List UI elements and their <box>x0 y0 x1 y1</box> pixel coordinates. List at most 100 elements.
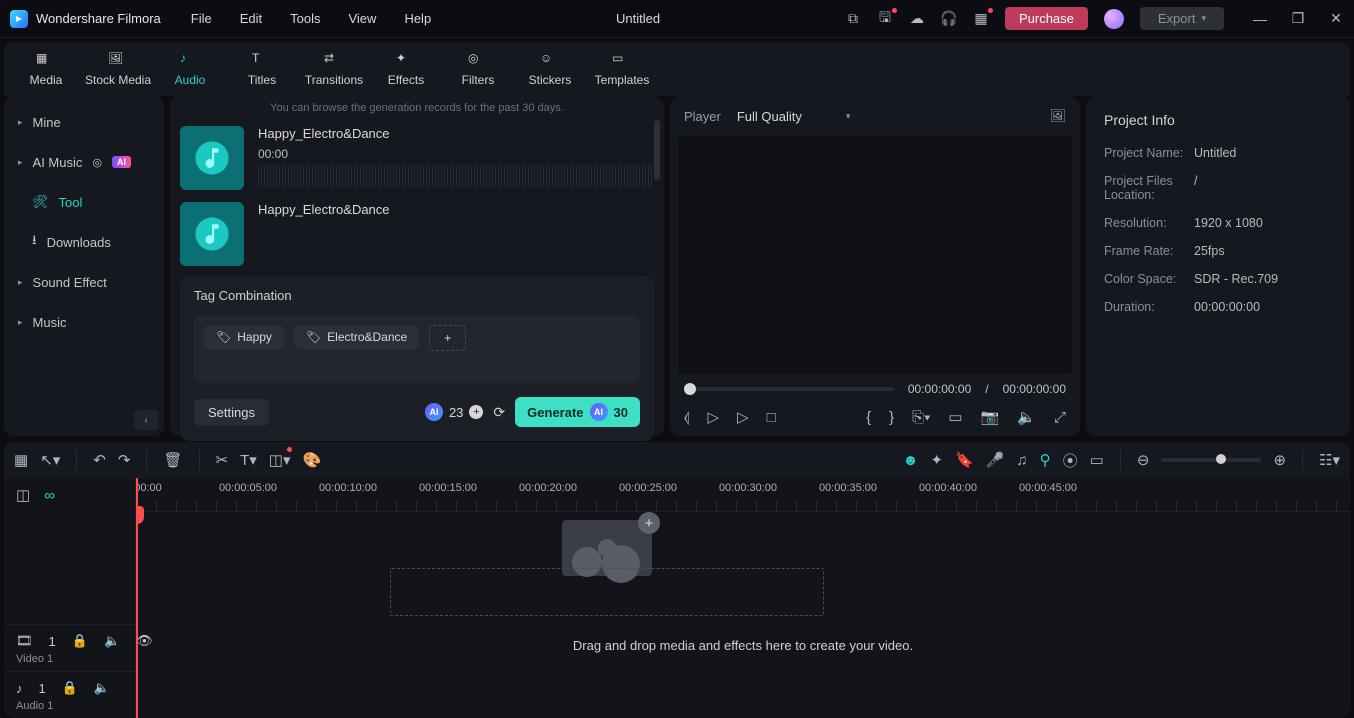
collapse-sidebar-button[interactable]: ‹ <box>134 410 158 430</box>
play-icon[interactable]: ▷ <box>737 408 749 426</box>
purchase-button[interactable]: Purchase <box>1005 7 1088 30</box>
delete-icon[interactable]: 🗑 <box>163 451 182 469</box>
record-icon[interactable]: ⦿ <box>1063 450 1078 471</box>
save-icon[interactable]: 🖫 <box>877 11 893 27</box>
track-header-audio1[interactable]: ♪1 🔒 🔈 Audio 1 <box>4 671 135 718</box>
time-separator: / <box>985 382 988 396</box>
tab-stock[interactable]: 🖼Stock Media <box>82 42 154 96</box>
volume-icon[interactable]: 🔈 <box>1017 408 1036 426</box>
enhance-icon[interactable]: ✦ <box>930 451 943 469</box>
sidebar-item-music[interactable]: ▸Music <box>4 302 164 342</box>
play-pause-icon[interactable]: ▷ <box>708 408 720 426</box>
camera-icon[interactable]: 📷 <box>981 408 1000 426</box>
fullscreen-icon[interactable]: ⤢ <box>1054 409 1066 426</box>
audio-track-item[interactable]: Happy_Electro&Dance00:00 <box>180 120 654 196</box>
tab-templates[interactable]: ▭Templates <box>586 42 658 96</box>
user-avatar[interactable] <box>1104 9 1124 29</box>
zoom-out-icon[interactable]: ⊖ <box>1137 451 1150 469</box>
add-tag-button[interactable]: + <box>429 325 466 351</box>
sidebar-item-downloads[interactable]: ⭳Downloads <box>4 222 164 262</box>
auto-beat-icon[interactable]: ⚲ <box>1040 451 1051 469</box>
window-maximize-icon[interactable]: ❐ <box>1290 11 1306 27</box>
marker-icon[interactable]: 🔖 <box>955 451 974 469</box>
mark-out-icon[interactable]: } <box>889 409 894 426</box>
apps-icon[interactable]: ▦ <box>973 11 989 27</box>
mark-in-icon[interactable]: { <box>866 409 871 426</box>
link-icon[interactable]: ∞ <box>44 487 55 504</box>
undo-icon[interactable]: ↶ <box>93 451 106 469</box>
sidebar-item-mine[interactable]: ▸Mine <box>4 102 164 142</box>
zoom-in-icon[interactable]: ⊕ <box>1273 451 1286 469</box>
lock-icon[interactable]: 🔒 <box>62 680 78 696</box>
color-icon[interactable]: 🎨 <box>302 451 321 469</box>
tab-media[interactable]: ▦Media <box>10 42 82 96</box>
playhead[interactable] <box>136 478 138 718</box>
mute-icon[interactable]: 🔈 <box>104 633 120 649</box>
prev-frame-icon[interactable]: ⦉ <box>684 409 690 426</box>
drop-zone[interactable] <box>390 568 824 616</box>
menu-help[interactable]: Help <box>404 11 431 26</box>
voice-icon[interactable]: 🎤 <box>986 451 1005 469</box>
layout-icon[interactable]: ▦ <box>14 451 28 469</box>
track-header-video1[interactable]: 🎞1 🔒 🔈 👁 Video 1 <box>4 624 135 671</box>
add-credits-button[interactable]: + <box>469 405 483 419</box>
window-close-icon[interactable]: ✕ <box>1328 11 1344 27</box>
sidebar-item-sound-effect[interactable]: ▸Sound Effect <box>4 262 164 302</box>
menu-tools[interactable]: Tools <box>290 11 320 26</box>
tag-chip[interactable]: 🏷Electro&Dance <box>294 325 419 349</box>
menu-edit[interactable]: Edit <box>240 11 262 26</box>
tab-audio[interactable]: ♪Audio <box>154 42 226 96</box>
ai-assist-icon[interactable]: ☻ <box>903 452 919 469</box>
timeline-view-icon[interactable]: ◫ <box>16 486 30 504</box>
mute-icon[interactable]: 🔈 <box>94 680 110 696</box>
window-minimize-icon[interactable]: ― <box>1252 11 1268 27</box>
generate-label: Generate <box>527 405 583 420</box>
cloud-icon[interactable]: ☁ <box>909 11 925 27</box>
tag-label: Electro&Dance <box>327 330 407 344</box>
tab-effects[interactable]: ✦Effects <box>370 42 442 96</box>
audio-track-item[interactable]: Happy_Electro&Dance <box>180 196 654 272</box>
redo-icon[interactable]: ↷ <box>118 451 131 469</box>
stop-icon[interactable]: □ <box>767 409 776 426</box>
tab-filters[interactable]: ◎Filters <box>442 42 514 96</box>
timeline-ruler[interactable]: 00:0000:00:05:0000:00:10:0000:00:15:0000… <box>136 478 1350 512</box>
pointer-icon[interactable]: ↖▾ <box>40 451 60 469</box>
display-icon[interactable]: ▭ <box>948 408 962 426</box>
sidebar-item-tool[interactable]: 🛠Tool <box>4 182 164 222</box>
refresh-icon[interactable]: ⟳ <box>493 404 505 421</box>
crop-dropdown-icon[interactable]: ⎘▾ <box>912 409 930 426</box>
crop-icon[interactable]: ◫▾ <box>269 451 291 469</box>
subtitle-icon[interactable]: ▭ <box>1090 451 1104 469</box>
menu-file[interactable]: File <box>191 11 212 26</box>
sidebar-item-label: AI Music <box>33 155 83 170</box>
snapshot-icon[interactable]: 🖼 <box>1049 108 1066 124</box>
track-thumbnail <box>180 126 244 190</box>
tab-transitions[interactable]: ⇄Transitions <box>298 42 370 96</box>
menu-view[interactable]: View <box>348 11 376 26</box>
cut-icon[interactable]: ✂ <box>216 451 229 469</box>
seek-bar[interactable] <box>684 387 894 391</box>
tab-stickers[interactable]: ☺Stickers <box>514 42 586 96</box>
scrollbar[interactable] <box>654 120 660 180</box>
ruler-mark: 00:00:30:00 <box>719 482 777 494</box>
info-title: Project Info <box>1104 112 1332 128</box>
headphones-icon[interactable]: 🎧 <box>941 11 957 27</box>
text-icon[interactable]: T▾ <box>240 451 257 469</box>
tab-titles[interactable]: TTitles <box>226 42 298 96</box>
quality-dropdown[interactable]: Full Quality▾ <box>737 109 851 124</box>
device-icon[interactable]: ⧉ <box>845 11 861 27</box>
add-media-button[interactable]: + <box>638 512 660 534</box>
tab-label: Media <box>30 73 63 87</box>
music-icon[interactable]: ♫ <box>1016 452 1027 469</box>
quality-value: Full Quality <box>737 109 802 124</box>
export-button[interactable]: Export▾ <box>1140 7 1224 30</box>
zoom-slider[interactable] <box>1161 458 1261 462</box>
timeline-canvas[interactable]: 00:0000:00:05:0000:00:10:0000:00:15:0000… <box>136 478 1350 718</box>
ruler-mark: 00:00:05:00 <box>219 482 277 494</box>
sidebar-item-ai-music[interactable]: ▸AI Music ◎ AI <box>4 142 164 182</box>
settings-button[interactable]: Settings <box>194 399 269 426</box>
lock-icon[interactable]: 🔒 <box>72 633 88 649</box>
track-options-icon[interactable]: ☷▾ <box>1319 451 1340 469</box>
tag-chip[interactable]: 🏷Happy <box>204 325 284 349</box>
generate-button[interactable]: Generate AI 30 <box>515 397 640 427</box>
